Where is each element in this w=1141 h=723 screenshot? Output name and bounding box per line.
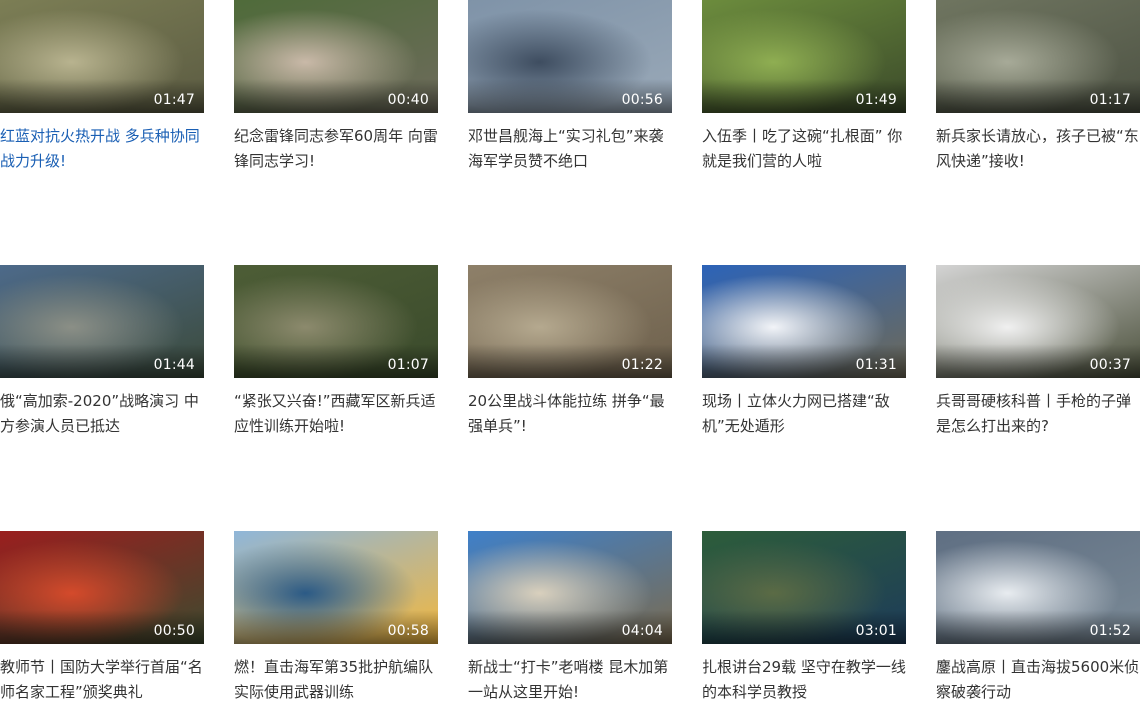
video-title[interactable]: 新战士“打卡”老哨楼 昆木加第一站从这里开始! [468,655,672,705]
video-title[interactable]: 红蓝对抗火热开战 多兵种协同战力升级! [0,124,204,174]
video-card[interactable]: 00:56 邓世昌舰海上“实习礼包”来袭 海军学员赞不绝口 [468,0,672,180]
video-card[interactable]: 01:17 新兵家长请放心，孩子已被“东风快递”接收! [936,0,1140,180]
video-duration: 04:04 [621,623,663,639]
video-card[interactable]: 00:37 兵哥哥硬核科普丨手枪的子弹是怎么打出来的? [936,265,1140,445]
video-card[interactable]: 01:47 红蓝对抗火热开战 多兵种协同战力升级! [0,0,204,180]
video-thumbnail[interactable]: 01:17 [936,0,1140,113]
video-title[interactable]: 纪念雷锋同志参军60周年 向雷锋同志学习! [234,124,438,174]
video-card[interactable]: 00:50 教师节丨国防大学举行首届“名师名家工程”颁奖典礼 [0,531,204,711]
video-thumbnail[interactable]: 00:50 [0,531,204,644]
video-duration: 01:31 [855,357,897,373]
video-card[interactable]: 00:40 纪念雷锋同志参军60周年 向雷锋同志学习! [234,0,438,180]
video-thumbnail[interactable]: 01:49 [702,0,906,113]
video-duration: 00:37 [1089,357,1131,373]
video-title[interactable]: 俄“高加索-2020”战略演习 中方参演人员已抵达 [0,389,204,439]
video-thumbnail[interactable]: 01:47 [0,0,204,113]
video-thumbnail[interactable]: 01:07 [234,265,438,378]
video-grid: 01:47 红蓝对抗火热开战 多兵种协同战力升级! 00:40 纪念雷锋同志参军60周… [0,0,1141,723]
video-thumbnail[interactable]: 01:52 [936,531,1140,644]
video-thumbnail[interactable]: 00:56 [468,0,672,113]
video-title[interactable]: 教师节丨国防大学举行首届“名师名家工程”颁奖典礼 [0,655,204,705]
video-duration: 00:56 [621,92,663,108]
video-duration: 00:58 [387,623,429,639]
video-title[interactable]: 邓世昌舰海上“实习礼包”来袭 海军学员赞不绝口 [468,124,672,174]
video-card[interactable]: 01:44 俄“高加索-2020”战略演习 中方参演人员已抵达 [0,265,204,445]
video-card[interactable]: 00:58 燃！直击海军第35批护航编队实际使用武器训练 [234,531,438,711]
video-duration: 01:17 [1089,92,1131,108]
video-title[interactable]: 现场丨立体火力网已搭建“敌机”无处遁形 [702,389,906,439]
video-duration: 00:50 [153,623,195,639]
video-duration: 01:07 [387,357,429,373]
video-duration: 00:40 [387,92,429,108]
video-title[interactable]: 扎根讲台29载 坚守在教学一线的本科学员教授 [702,655,906,705]
video-title[interactable]: 入伍季丨吃了这碗“扎根面” 你就是我们营的人啦 [702,124,906,174]
video-duration: 01:47 [153,92,195,108]
video-card[interactable]: 01:31 现场丨立体火力网已搭建“敌机”无处遁形 [702,265,906,445]
video-card[interactable]: 01:22 20公里战斗体能拉练 拼争“最强单兵”! [468,265,672,445]
video-card[interactable]: 01:49 入伍季丨吃了这碗“扎根面” 你就是我们营的人啦 [702,0,906,180]
video-card[interactable]: 03:01 扎根讲台29载 坚守在教学一线的本科学员教授 [702,531,906,711]
video-title[interactable]: 新兵家长请放心，孩子已被“东风快递”接收! [936,124,1140,174]
video-card[interactable]: 01:52 鏖战高原丨直击海拔5600米侦察破袭行动 [936,531,1140,711]
video-duration: 03:01 [855,623,897,639]
video-duration: 01:49 [855,92,897,108]
video-duration: 01:52 [1089,623,1131,639]
video-title[interactable]: 鏖战高原丨直击海拔5600米侦察破袭行动 [936,655,1140,705]
video-thumbnail[interactable]: 01:44 [0,265,204,378]
video-thumbnail[interactable]: 04:04 [468,531,672,644]
video-title[interactable]: 20公里战斗体能拉练 拼争“最强单兵”! [468,389,672,439]
video-thumbnail[interactable]: 01:31 [702,265,906,378]
video-thumbnail[interactable]: 00:37 [936,265,1140,378]
video-thumbnail[interactable]: 01:22 [468,265,672,378]
video-thumbnail[interactable]: 03:01 [702,531,906,644]
video-thumbnail[interactable]: 00:58 [234,531,438,644]
video-title[interactable]: “紧张又兴奋!”西藏军区新兵适应性训练开始啦! [234,389,438,439]
video-title[interactable]: 燃！直击海军第35批护航编队实际使用武器训练 [234,655,438,705]
video-card[interactable]: 04:04 新战士“打卡”老哨楼 昆木加第一站从这里开始! [468,531,672,711]
video-duration: 01:22 [621,357,663,373]
video-title[interactable]: 兵哥哥硬核科普丨手枪的子弹是怎么打出来的? [936,389,1140,439]
video-duration: 01:44 [153,357,195,373]
video-card[interactable]: 01:07 “紧张又兴奋!”西藏军区新兵适应性训练开始啦! [234,265,438,445]
video-thumbnail[interactable]: 00:40 [234,0,438,113]
